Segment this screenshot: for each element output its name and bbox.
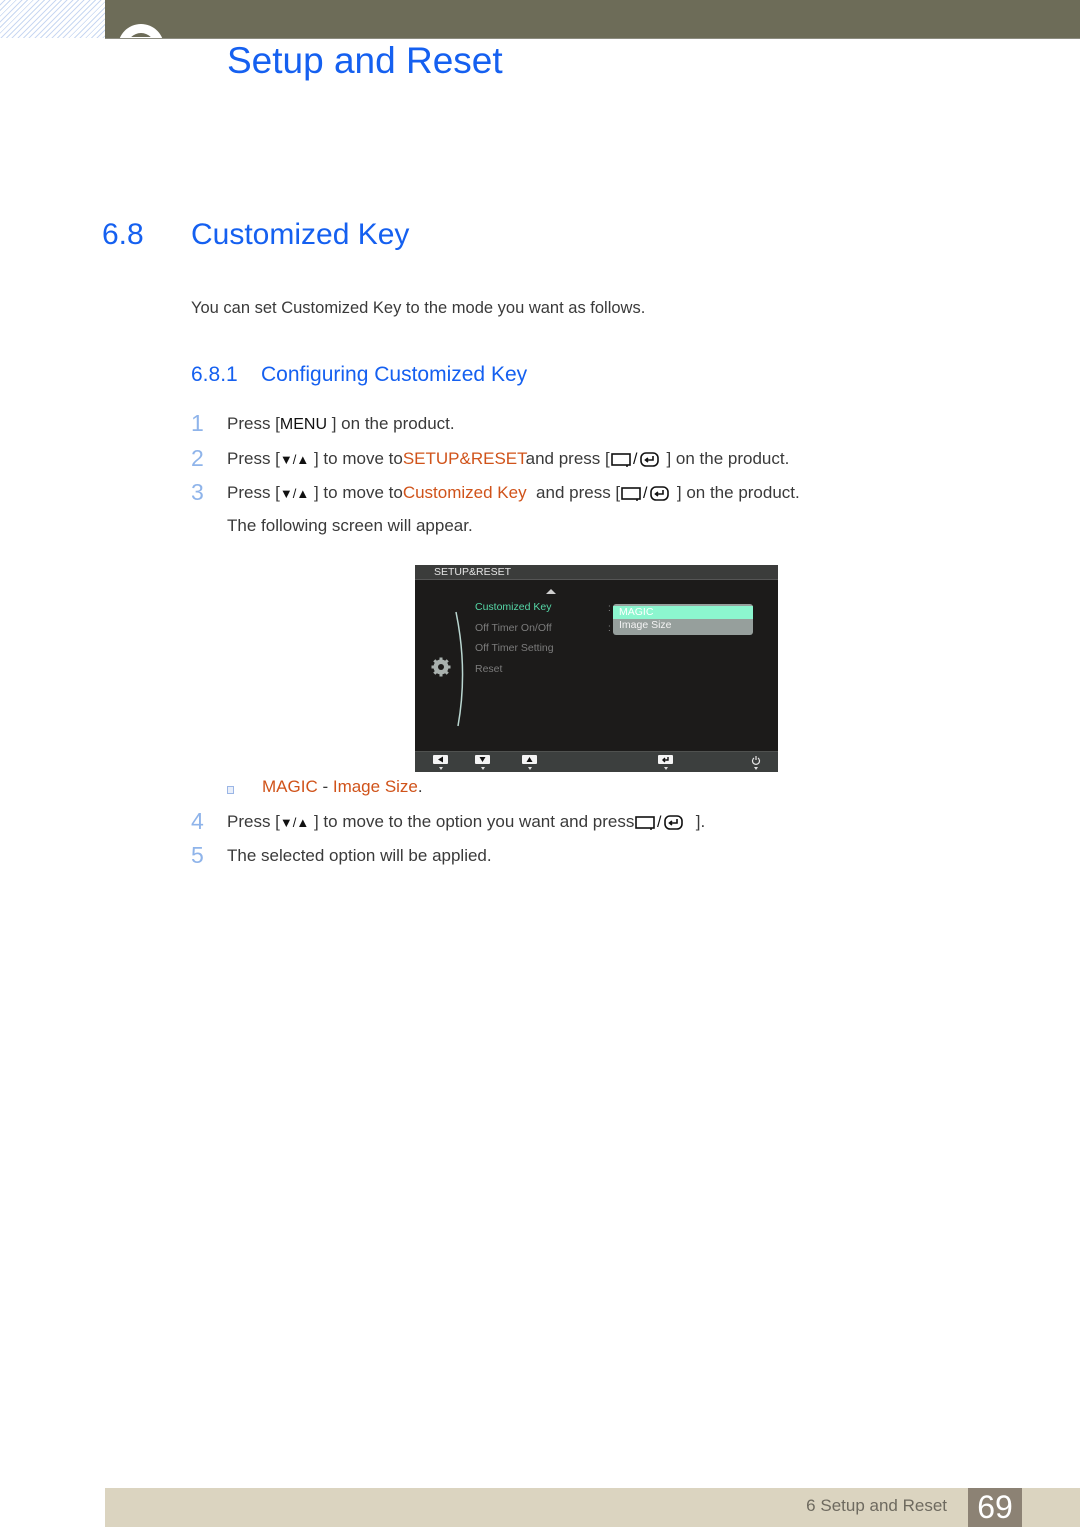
step-number: 1 <box>191 410 204 436</box>
step-text-part: ] to move to <box>309 483 403 502</box>
section-intro: You can set Customized Key to the mode y… <box>191 299 646 317</box>
osd-button-marker <box>528 767 532 770</box>
step-text-part: ] to move to <box>309 449 403 468</box>
osd-colon: : <box>608 603 611 614</box>
section-title: Customized Key <box>191 218 410 251</box>
step-number: 4 <box>191 808 204 834</box>
step-text-part: ] on the product. <box>327 414 455 433</box>
up-icon[interactable] <box>522 755 537 764</box>
osd-menu-item-customized-key[interactable]: Customized Key <box>475 601 551 613</box>
menu-target: SETUP&RESET <box>402 449 526 468</box>
chapter-badge <box>118 24 164 38</box>
follow-text: The following screen will appear. <box>227 516 473 535</box>
step-text-part: ] to move to the option you want and pre… <box>309 812 635 831</box>
page-number: 69 <box>968 1488 1022 1527</box>
step-number: 3 <box>191 479 204 505</box>
step-text-part: ] on the product. <box>672 483 800 502</box>
footer-chapter-label: 6 Setup and Reset <box>806 1496 947 1515</box>
header-band <box>105 0 1080 39</box>
down-up-arrows-icon: ▼/▲ <box>279 815 310 830</box>
menu-key-label: MENU <box>279 416 328 433</box>
note-icon <box>227 786 234 794</box>
step-text: Press [MENU ] on the product. <box>227 414 455 434</box>
enter-icon[interactable] <box>658 755 673 764</box>
step-text-part: Press [ <box>227 449 280 468</box>
step-text: The selected option will be applied. <box>227 846 492 865</box>
osd-button-marker <box>664 767 668 770</box>
note-text: MAGIC - Image Size. <box>262 777 423 797</box>
step-text: Press [▼/▲ ] to move to the option you w… <box>227 812 705 835</box>
back-icon[interactable] <box>433 755 448 764</box>
source-enter-icon: / <box>610 450 662 472</box>
step-number: 2 <box>191 445 204 471</box>
step-text-part: Press [ <box>227 414 280 433</box>
note-option-magic: MAGIC <box>262 777 318 796</box>
osd-option-dropdown: MAGIC Image Size <box>613 604 753 635</box>
step-text-part: and press [ <box>526 483 621 502</box>
step-text-part: ]. <box>686 812 706 831</box>
page-footer: 6 Setup and Reset 69 <box>105 1488 1080 1527</box>
osd-menu-item-off-timer-setting[interactable]: Off Timer Setting <box>475 642 554 654</box>
chapter-title: Setup and Reset <box>227 40 503 81</box>
note-end: . <box>417 777 423 796</box>
osd-colon: : <box>608 623 611 634</box>
svg-text:/: / <box>643 485 648 501</box>
svg-text:/: / <box>633 451 638 467</box>
osd-footer <box>415 751 778 772</box>
source-enter-icon: / <box>620 484 672 506</box>
header-hatch-pattern <box>0 0 105 38</box>
step-text-part: ] on the product. <box>661 449 790 468</box>
osd-button-marker <box>439 767 443 770</box>
note-separator: - <box>317 777 333 796</box>
osd-menu-item-reset[interactable]: Reset <box>475 663 502 675</box>
svg-text:/: / <box>657 814 662 830</box>
osd-header: SETUP&RESET <box>415 565 778 580</box>
power-icon[interactable] <box>751 755 761 765</box>
osd-scroll-up-icon <box>546 589 556 594</box>
step-text-part: Press [ <box>227 812 280 831</box>
note-option-image-size: Image Size <box>332 777 418 796</box>
down-icon[interactable] <box>475 755 490 764</box>
osd-option-magic[interactable]: MAGIC <box>613 606 753 619</box>
osd-option-image-size[interactable]: Image Size <box>613 619 753 632</box>
osd-title: SETUP&RESET <box>434 566 512 578</box>
section-number: 6.8 <box>102 218 144 251</box>
osd-button-marker <box>754 767 758 770</box>
down-up-arrows-icon: ▼/▲ <box>279 486 310 501</box>
step-number: 5 <box>191 842 204 868</box>
step-text: Press [▼/▲ ] to move toSETUP&RESETand pr… <box>227 449 789 472</box>
menu-target: Customized Key <box>402 483 527 502</box>
osd-button-marker <box>481 767 485 770</box>
step-text-part: Press [ <box>227 483 280 502</box>
osd-screen: SETUP&RESET Customized Key Off Timer On/… <box>415 565 778 772</box>
step-text-part: and press [ <box>525 449 610 468</box>
gear-icon <box>431 657 451 677</box>
subsection-title: Configuring Customized Key <box>261 363 528 386</box>
source-enter-icon: / <box>634 813 686 835</box>
subsection-number: 6.8.1 <box>191 363 238 386</box>
step-text: Press [▼/▲ ] to move toCustomized Key an… <box>227 483 800 506</box>
down-up-arrows-icon: ▼/▲ <box>279 452 310 467</box>
osd-menu-item-off-timer-onoff[interactable]: Off Timer On/Off <box>475 622 552 634</box>
